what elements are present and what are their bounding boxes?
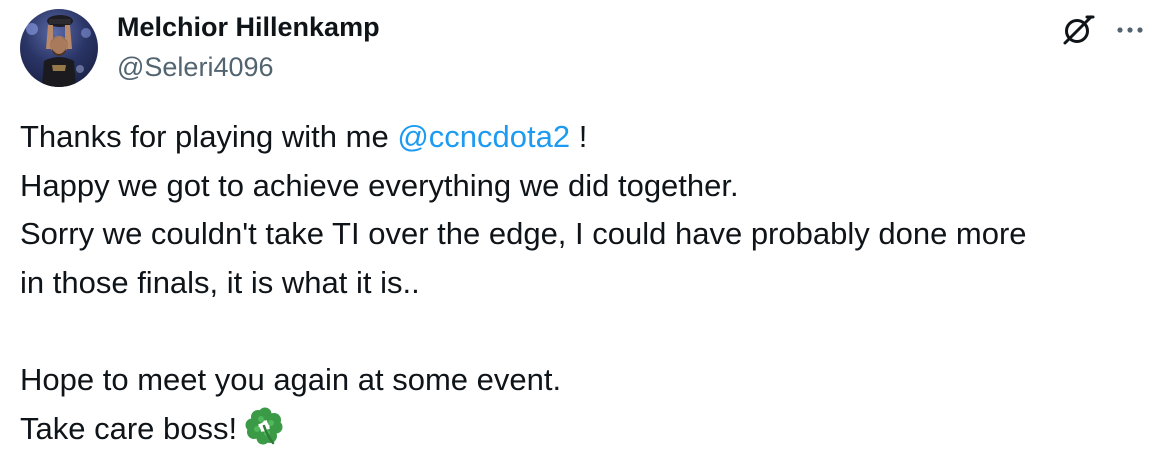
tweet-line-1: Thanks for playing with me @ccncdota2 ! [20, 113, 1160, 162]
more-options-icon[interactable] [1113, 13, 1147, 47]
mention-link[interactable]: @ccncdota2 [397, 119, 570, 154]
tweet-line-4: in those finals, it is what it is.. [20, 264, 420, 300]
tweet-line-2: Happy we got to achieve everything we di… [20, 167, 739, 203]
avatar-photo [26, 15, 91, 87]
tweet-line-5: Hope to meet you again at some event. [20, 361, 562, 397]
tweet-card: Melchior Hillenkamp @Seleri4096 Thanks f… [0, 0, 1166, 458]
tweet-text-segment: Take care boss! [20, 410, 238, 446]
tweet-text: Thanks for playing with me @ccncdota2 ! … [20, 113, 1160, 453]
four-leaf-clover-icon [243, 405, 285, 447]
grok-icon[interactable] [1060, 12, 1096, 48]
tweet-text-segment: ! [570, 119, 588, 154]
author-handle[interactable]: @Seleri4096 [117, 50, 274, 84]
tweet-text-segment: Thanks for playing with me [20, 119, 398, 154]
tweet-line-6: Take care boss! [20, 405, 1160, 454]
author-display-name[interactable]: Melchior Hillenkamp [117, 10, 380, 44]
tweet-line-3: Sorry we couldn't take TI over the edge,… [20, 216, 1027, 252]
avatar[interactable] [20, 9, 98, 87]
